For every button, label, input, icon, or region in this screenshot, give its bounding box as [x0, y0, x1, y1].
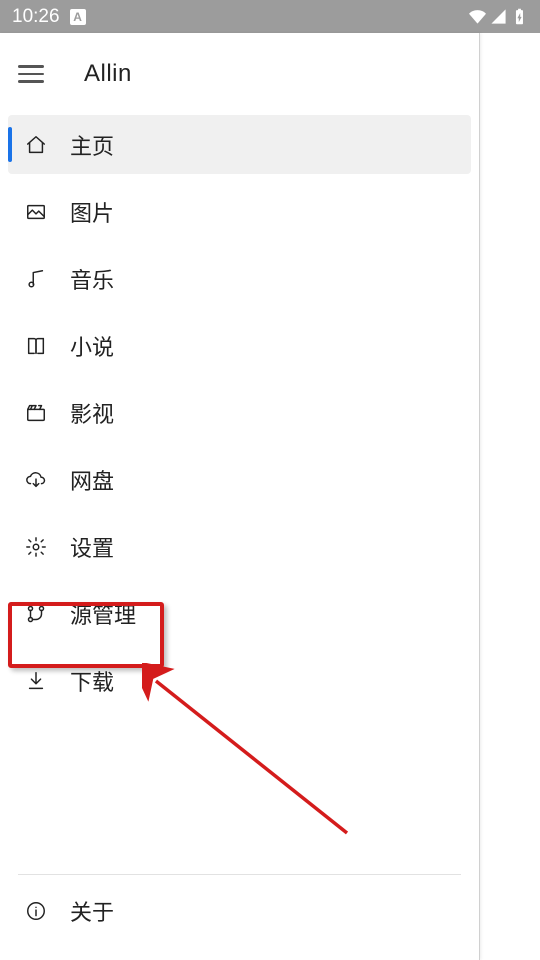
battery-charging-icon — [511, 8, 528, 25]
menu-item-novels[interactable]: 小说 — [8, 316, 471, 375]
download-icon — [24, 669, 48, 693]
menu-item-source-management[interactable]: 源管理 — [8, 584, 471, 643]
menu-item-label: 源管理 — [70, 598, 136, 630]
menu-item-images[interactable]: 图片 — [8, 182, 471, 241]
cloud-download-icon — [24, 468, 48, 492]
wifi-icon — [469, 8, 486, 25]
branch-icon — [24, 602, 48, 626]
image-icon — [24, 200, 48, 224]
drawer-header: Allin — [0, 33, 479, 115]
navigation-drawer: Allin 主页 图片 音乐 — [0, 33, 480, 960]
status-bar: 10:26 A — [0, 0, 540, 33]
menu-item-label: 网盘 — [70, 464, 114, 496]
menu-item-downloads[interactable]: 下载 — [8, 651, 471, 710]
menu-item-about[interactable]: 关于 — [8, 881, 471, 940]
menu-item-label: 下载 — [70, 665, 114, 697]
app-title: Allin — [84, 60, 132, 88]
hamburger-icon[interactable] — [18, 65, 44, 83]
menu-item-label: 设置 — [70, 531, 114, 563]
menu-item-label: 图片 — [70, 196, 114, 228]
clapperboard-icon — [24, 401, 48, 425]
menu-item-label: 音乐 — [70, 263, 114, 295]
menu-item-clouddisk[interactable]: 网盘 — [8, 450, 471, 509]
signal-icon — [490, 8, 507, 25]
menu-item-label: 关于 — [70, 895, 114, 927]
menu-item-home[interactable]: 主页 — [8, 115, 471, 174]
drawer-menu: 主页 图片 音乐 小说 — [0, 115, 479, 870]
menu-item-label: 影视 — [70, 397, 114, 429]
menu-item-settings[interactable]: 设置 — [8, 517, 471, 576]
book-icon — [24, 334, 48, 358]
divider — [18, 874, 461, 875]
gear-icon — [24, 535, 48, 559]
home-icon — [24, 133, 48, 157]
info-icon — [24, 899, 48, 923]
main-content-sliver — [480, 33, 540, 960]
music-note-icon — [24, 267, 48, 291]
menu-item-music[interactable]: 音乐 — [8, 249, 471, 308]
menu-item-label: 主页 — [70, 129, 114, 161]
keyboard-indicator-icon: A — [70, 9, 86, 25]
menu-item-label: 小说 — [70, 330, 114, 362]
status-time: 10:26 — [12, 6, 60, 28]
menu-item-video[interactable]: 影视 — [8, 383, 471, 442]
